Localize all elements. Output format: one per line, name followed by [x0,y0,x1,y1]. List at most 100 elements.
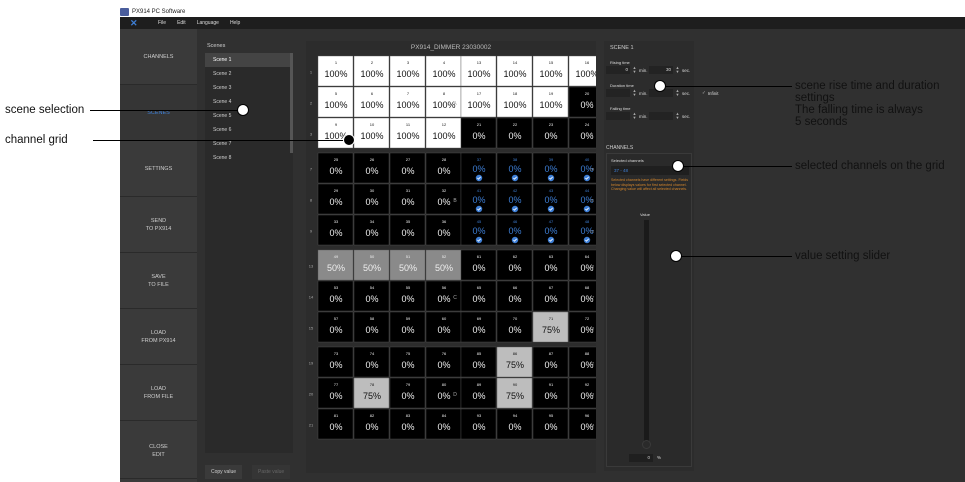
duration-time-label: Duration time [610,83,634,88]
channel-value: 0% [544,263,557,273]
scene-item[interactable]: Scene 2 [205,67,293,81]
channel-number: 25 [334,157,339,162]
channel-number: 67 [549,285,554,290]
duration-min-input[interactable] [606,89,630,97]
channel-number: 38 [513,157,518,162]
paste-value-button[interactable]: Paste value [252,465,291,479]
channel-number: 53 [334,285,339,290]
falling-time-label: Falling time [610,106,631,111]
nav-save-button[interactable]: SAVE TO FILE [120,253,197,309]
scene-list: Scene 1 Scene 2 Scene 3 Scene 4 Scene 5 … [205,53,293,453]
channel-number: 22 [513,122,518,127]
row-number-left: 8 [310,198,313,203]
channel-value: 0% [401,325,414,335]
channel-number: 89 [477,382,482,387]
channel-number: 69 [477,316,482,321]
channel-number: 62 [513,254,518,259]
annotation-line [93,140,349,141]
rising-sec-spinner[interactable]: 30 ▲ ▼ sec. [649,66,690,74]
nav-load-file-button[interactable]: LOAD FROM FILE [120,365,197,421]
copy-value-button[interactable]: Copy value [205,465,243,479]
menu-language[interactable]: Language [197,20,219,26]
window-titlebar: PX914 PC Software [120,6,605,17]
row-number-left: 19 [309,361,314,366]
value-slider[interactable] [644,220,649,448]
channel-value: 0% [437,391,450,401]
channel-value: 75% [363,391,381,401]
scene-item[interactable]: Scene 3 [205,81,293,95]
row-number-right: 12 [590,229,595,234]
scene-list-scrollbar[interactable] [290,53,293,153]
checkmark-icon: ✓ [702,90,706,95]
channel-value: 75% [506,391,524,401]
nav-load-px914-button[interactable]: LOAD FROM PX914 [120,309,197,365]
sec-unit: sec. [682,113,691,119]
channel-value: 0% [472,360,485,370]
channel-value: 75% [506,360,524,370]
spinner-arrows-icon[interactable]: ▲ ▼ [675,89,680,97]
spinner-arrows-icon[interactable]: ▲ ▼ [632,89,637,97]
channel-value: 100% [503,100,526,110]
annotation-line [678,166,792,167]
channel-value: 0% [544,294,557,304]
nav-close-edit-button[interactable]: CLOSE EDIT [120,423,197,479]
channel-value: 100% [396,69,419,79]
channel-value: 0% [329,325,342,335]
channel-value: 0% [544,195,557,205]
falling-min-input[interactable] [606,112,630,120]
channel-grid: 1100%2100%3100%4100%13100%14100%15100%16… [309,55,596,440]
channel-number: 63 [549,254,554,259]
value-input[interactable]: 0 [629,454,653,462]
selected-check-icon [583,174,591,182]
scene-item[interactable]: Scene 4 [205,95,293,109]
channel-number: 15 [549,60,554,65]
menu-bar: ✕ File Edit Language Help [120,17,965,29]
channel-value: 0% [544,391,557,401]
channel-number: 54 [370,285,375,290]
menu-file[interactable]: File [158,20,166,26]
nav-settings-button[interactable]: SETTINGS [120,141,197,197]
row-number-left: 1 [310,70,313,75]
rising-min-spinner[interactable]: 0 ▲ ▼ min. [606,66,648,74]
sec-unit: sec. [682,90,691,96]
scene-item[interactable]: Scene 1 [205,53,293,67]
nav-send-button[interactable]: SEND TO PX914 [120,197,197,253]
spinner-arrows-icon[interactable]: ▲ ▼ [632,66,637,74]
falling-min-spinner[interactable]: ▲ ▼ min. [606,112,648,120]
annotation-marker [672,160,684,172]
rising-sec-input[interactable]: 30 [649,66,673,74]
value-slider-handle[interactable] [642,440,651,449]
channel-number: 64 [585,254,590,259]
falling-sec-input[interactable] [649,112,673,120]
channel-value: 0% [544,422,557,432]
channel-number: 73 [334,351,339,356]
channel-number: 30 [370,188,375,193]
spinner-arrows-icon[interactable]: ▲ ▼ [675,66,680,74]
rising-time-label: Rising time [610,60,630,65]
duration-min-spinner[interactable]: ▲ ▼ min. [606,89,648,97]
row-number-right: 24 [590,423,595,428]
falling-sec-spinner[interactable]: ▲ ▼ sec. [649,112,690,120]
infinit-label: Infinit [707,90,719,96]
spinner-arrows-icon[interactable]: ▲ ▼ [632,112,637,120]
rising-min-input[interactable]: 0 [606,66,630,74]
menu-edit[interactable]: Edit [177,20,186,26]
scene-item[interactable]: Scene 5 [205,109,293,123]
channel-value: 0% [437,294,450,304]
nav-channels-button[interactable]: CHANNELS [120,29,197,85]
group-letter: D [453,392,457,398]
scene-item[interactable]: Scene 8 [205,151,293,165]
row-number-right: 22 [590,361,595,366]
channel-number: 83 [406,413,411,418]
scene-item[interactable]: Scene 6 [205,123,293,137]
annotation-marker [670,250,682,262]
channel-value: 100% [467,100,490,110]
channel-grid-panel: PX914_DIMMER 23030002 1 100% 2 100% 3 100% 4 10… [306,41,596,473]
channel-value: 0% [472,131,485,141]
nav-scenes-button[interactable]: SCENES [120,85,197,141]
spinner-arrows-icon[interactable]: ▲ ▼ [675,112,680,120]
channel-value: 100% [539,100,562,110]
menu-help[interactable]: Help [230,20,240,26]
infinit-checkbox[interactable]: ✓ Infinit [702,89,719,97]
channel-number: 52 [442,254,447,259]
